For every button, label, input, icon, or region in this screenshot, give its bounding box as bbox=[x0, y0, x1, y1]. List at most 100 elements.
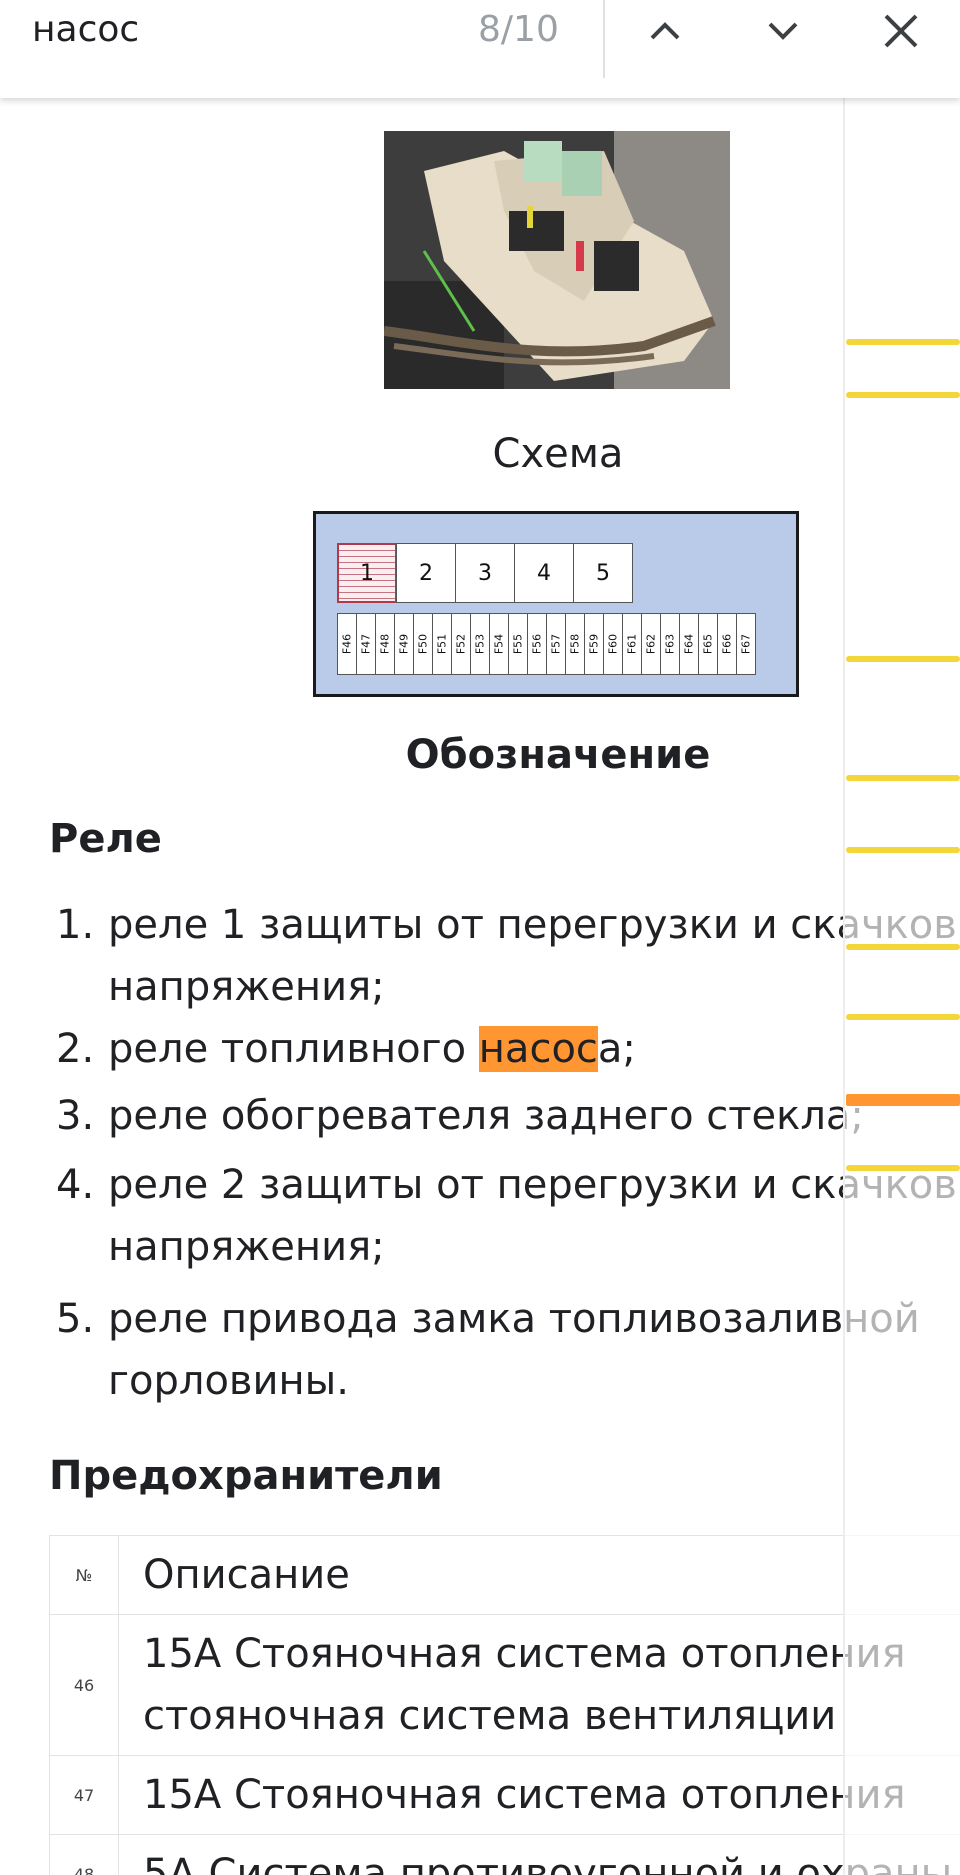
scheme-fuse: F62 bbox=[641, 613, 661, 675]
fuse-label: F60 bbox=[606, 633, 620, 655]
list-item-text-continued: напряжения; bbox=[108, 1224, 385, 1270]
list-item-text-before: реле топливного bbox=[108, 1026, 479, 1072]
offscreen-fade bbox=[845, 98, 960, 1875]
find-in-page-bar: насос 8/10 bbox=[0, 0, 960, 98]
fuse-label: F56 bbox=[530, 633, 544, 655]
fuse-label: F54 bbox=[492, 633, 506, 655]
scheme-caption: Схема bbox=[492, 431, 624, 477]
scheme-fuse: F58 bbox=[565, 613, 585, 675]
table-cell-number: 47 bbox=[49, 1755, 119, 1835]
list-item-text: реле привода замка топливозаливной bbox=[108, 1296, 920, 1342]
current-search-match: насос bbox=[478, 1026, 598, 1072]
fuse-label: F64 bbox=[682, 633, 696, 655]
search-match-marker[interactable] bbox=[846, 944, 960, 950]
search-match-marker[interactable] bbox=[846, 656, 960, 662]
fuse-label: F66 bbox=[720, 633, 734, 655]
table-cell-description: 15А Стояночная система отопления bbox=[118, 1755, 960, 1835]
list-item-number: 3. bbox=[56, 1093, 95, 1139]
table-row: 47 15А Стояночная система отопления bbox=[49, 1755, 960, 1835]
scheme-fuse: F64 bbox=[679, 613, 699, 675]
fuse-label: F49 bbox=[397, 633, 411, 655]
list-item-text-after: а; bbox=[597, 1026, 636, 1072]
close-icon bbox=[884, 14, 918, 48]
search-match-marker[interactable] bbox=[846, 1165, 960, 1171]
search-match-marker[interactable] bbox=[846, 339, 960, 345]
chevron-up-icon bbox=[650, 22, 680, 40]
scheme-fuse: F61 bbox=[622, 613, 642, 675]
fuse-label: F58 bbox=[568, 633, 582, 655]
fuse-label: F48 bbox=[378, 633, 392, 655]
fuse-label: F47 bbox=[359, 633, 373, 655]
fuse-label: F59 bbox=[587, 633, 601, 655]
list-item-number: 2. bbox=[56, 1026, 95, 1072]
fuse-label: F65 bbox=[701, 633, 715, 655]
scheme-relay: 3 bbox=[455, 543, 515, 603]
table-row: 48 5А Система противоугонной и охраны bbox=[49, 1834, 960, 1875]
scheme-fuse: F53 bbox=[470, 613, 490, 675]
scheme-relay: 5 bbox=[573, 543, 633, 603]
scheme-fuse: F63 bbox=[660, 613, 680, 675]
description-line: 15А Стояночная система отопления bbox=[143, 1631, 906, 1677]
scheme-fuse: F67 bbox=[736, 613, 756, 675]
fuse-label: F46 bbox=[340, 633, 354, 655]
table-cell-description: 15А Стояночная система отопления стояночн… bbox=[118, 1614, 960, 1756]
fuses-heading: Предохранители bbox=[49, 1453, 443, 1499]
fuse-label: F50 bbox=[416, 633, 430, 655]
table-header-description: Описание bbox=[118, 1535, 960, 1615]
scroll-track-edge bbox=[843, 98, 845, 1875]
list-item-number: 1. bbox=[56, 902, 95, 948]
fuse-box-scheme: 1 2 3 4 5 F46 F47 F48 F49 F50 F51 F52 F5… bbox=[313, 511, 799, 697]
search-match-marker[interactable] bbox=[846, 392, 960, 398]
scheme-fuse: F50 bbox=[413, 613, 433, 675]
table-cell-number: 46 bbox=[49, 1614, 119, 1756]
table-cell-description: 5А Система противоугонной и охраны bbox=[118, 1834, 960, 1875]
fuse-label: F62 bbox=[644, 633, 658, 655]
fuse-label: F52 bbox=[454, 633, 468, 655]
close-find-button[interactable] bbox=[876, 8, 926, 54]
scheme-fuse: F56 bbox=[527, 613, 547, 675]
fuse-label: F51 bbox=[435, 633, 449, 655]
list-item-text: реле 1 защиты от перегрузки и скачков bbox=[108, 902, 957, 948]
search-match-marker[interactable] bbox=[846, 1014, 960, 1020]
list-item-text: реле 2 защиты от перегрузки и скачков bbox=[108, 1162, 957, 1208]
scheme-fuse: F60 bbox=[603, 613, 623, 675]
scheme-relay: 4 bbox=[514, 543, 574, 603]
list-item-text-continued: горловины. bbox=[108, 1358, 349, 1404]
fuse-label: F53 bbox=[473, 633, 487, 655]
chevron-down-icon bbox=[768, 22, 798, 40]
fuse-table: № Описание 46 15А Стояночная система ото… bbox=[49, 1535, 960, 1875]
scheme-fuse: F52 bbox=[451, 613, 471, 675]
search-match-marker[interactable] bbox=[846, 775, 960, 781]
relays-heading: Реле bbox=[49, 816, 162, 862]
designation-heading: Обозначение bbox=[405, 732, 711, 778]
scheme-fuse: F65 bbox=[698, 613, 718, 675]
fuse-label: F61 bbox=[625, 633, 639, 655]
fuse-label: F57 bbox=[549, 633, 563, 655]
fuse-label: F63 bbox=[663, 633, 677, 655]
scheme-fuse: F47 bbox=[356, 613, 376, 675]
table-row: 46 15А Стояночная система отопления стоян… bbox=[49, 1614, 960, 1756]
next-match-button[interactable] bbox=[758, 8, 808, 54]
scheme-fuse: F51 bbox=[432, 613, 452, 675]
fuse-label: F67 bbox=[739, 633, 753, 655]
page-content[interactable]: Схема 1 2 3 4 5 F46 F47 F48 F49 F50 F51 … bbox=[0, 98, 960, 1875]
find-bar-divider bbox=[603, 0, 605, 78]
list-item-text-continued: напряжения; bbox=[108, 964, 385, 1010]
table-cell-number: 48 bbox=[49, 1834, 119, 1875]
search-match-marker[interactable] bbox=[846, 847, 960, 853]
list-item-text: реле обогревателя заднего стекла; bbox=[108, 1093, 864, 1139]
fuse-label: F55 bbox=[511, 633, 525, 655]
previous-match-button[interactable] bbox=[640, 8, 690, 54]
scheme-fuse: F49 bbox=[394, 613, 414, 675]
scheme-fuse: F59 bbox=[584, 613, 604, 675]
scheme-fuse: F55 bbox=[508, 613, 528, 675]
current-match-marker[interactable] bbox=[846, 1094, 960, 1106]
table-header-row: № Описание bbox=[49, 1535, 960, 1615]
list-item-text: реле топливного насоса; bbox=[108, 1018, 636, 1080]
find-query-input[interactable]: насос bbox=[32, 8, 139, 52]
scheme-fuse: F54 bbox=[489, 613, 509, 675]
description-line: стояночная система вентиляции bbox=[143, 1693, 837, 1739]
list-item-number: 4. bbox=[56, 1162, 95, 1208]
fuse-box-photo bbox=[384, 131, 730, 389]
scheme-fuse: F48 bbox=[375, 613, 395, 675]
